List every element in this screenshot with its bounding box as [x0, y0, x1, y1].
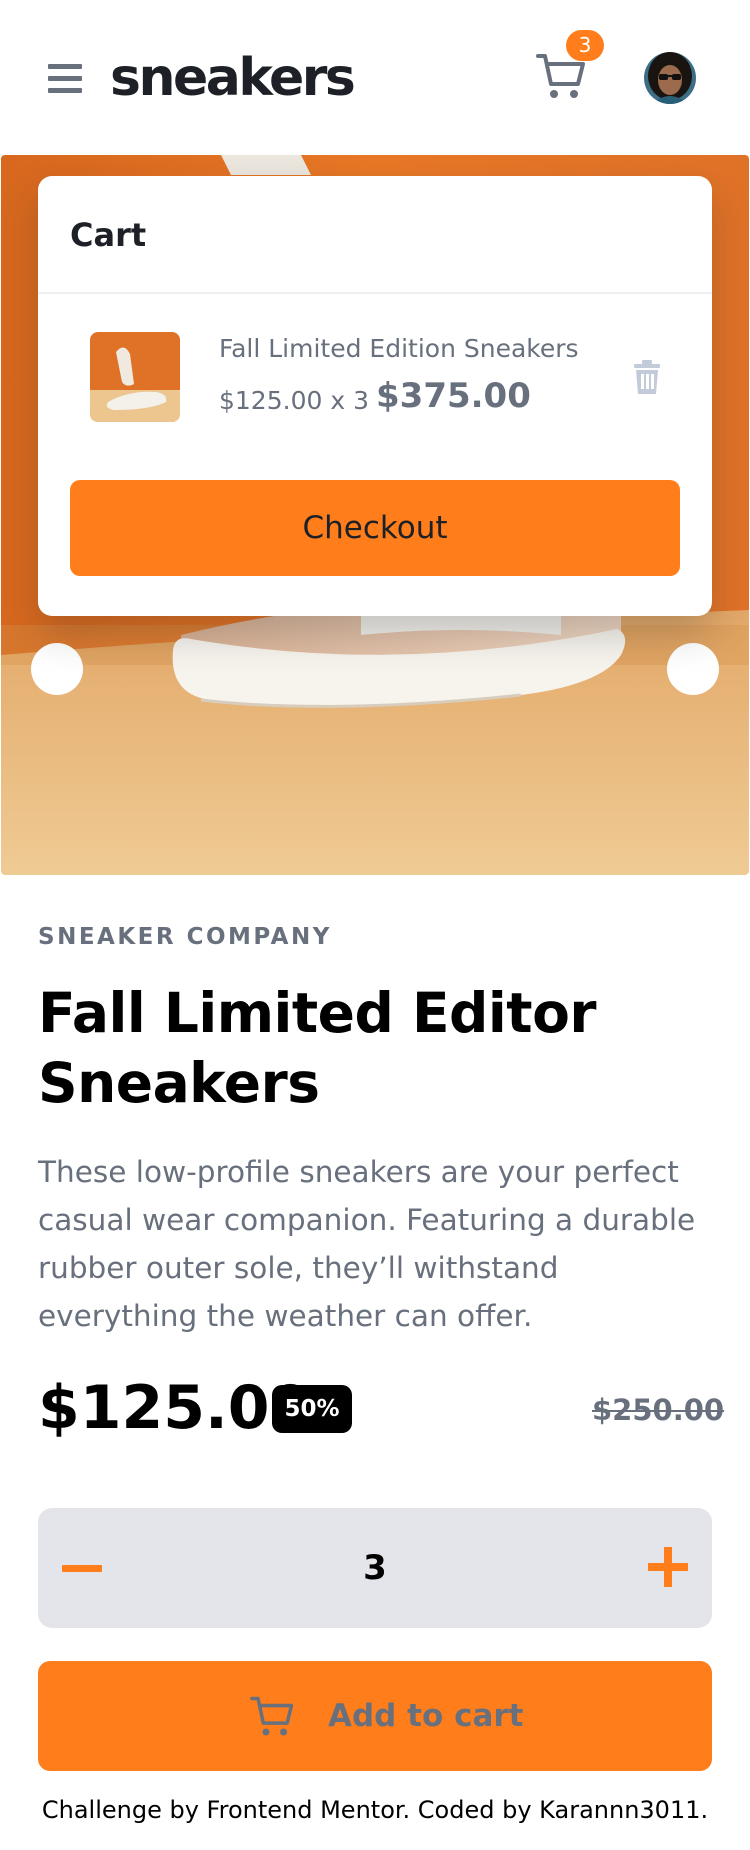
discount-badge: 50%: [272, 1385, 352, 1433]
cart-dropdown: Cart Fall Limited Edition Sneakers $125.…: [38, 176, 712, 616]
trash-icon[interactable]: [632, 360, 662, 394]
add-to-cart-button[interactable]: Add to cart: [38, 1661, 712, 1771]
carousel-next-button[interactable]: [667, 643, 719, 695]
quantity-value: 3: [363, 1548, 387, 1588]
plus-icon[interactable]: [646, 1544, 692, 1590]
carousel-prev-button[interactable]: [31, 643, 83, 695]
cart-title: Cart: [70, 216, 147, 254]
attribution-footer: Challenge by Frontend Mentor. Coded by K…: [41, 1796, 709, 1824]
company-label: SNEAKER COMPANY: [38, 924, 332, 950]
cart-item-unit-price: $125.00 x 3: [219, 386, 369, 415]
minus-icon[interactable]: [62, 1552, 118, 1584]
original-price: $250.00: [592, 1393, 725, 1427]
cart-item-total: $375.00: [376, 376, 531, 416]
cart-divider: [38, 292, 712, 294]
quantity-stepper: 3: [38, 1508, 712, 1628]
current-price: $125.00: [38, 1373, 312, 1443]
cart-item-name: Fall Limited Edition Sneakers: [219, 334, 579, 363]
user-avatar[interactable]: [642, 50, 698, 106]
cart-icon: [250, 1695, 296, 1739]
site-logo[interactable]: sneakers: [110, 42, 356, 114]
add-to-cart-label: Add to cart: [328, 1698, 524, 1734]
product-title: Fall Limited Editor Sneakers: [38, 981, 596, 1115]
hamburger-menu-icon[interactable]: [48, 64, 82, 94]
cart-item-thumbnail: [90, 332, 180, 422]
cart-count-badge: 3: [566, 30, 604, 61]
checkout-button[interactable]: Checkout: [70, 480, 680, 576]
product-description: These low-profile sneakers are your perf…: [38, 1155, 696, 1333]
site-header: sneakers 3: [0, 0, 750, 155]
